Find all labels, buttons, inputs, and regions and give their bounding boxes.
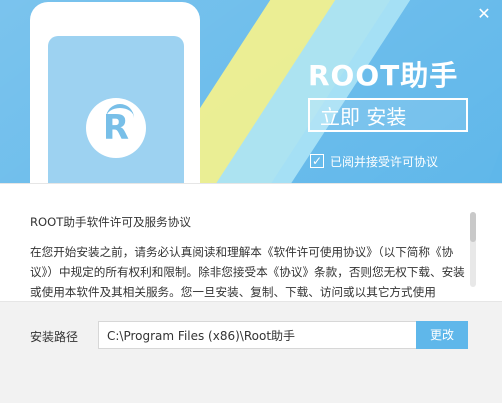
install-path-label: 安装路径 [30,330,79,344]
root-r-logo-icon: R [86,98,146,158]
install-path-input[interactable] [98,321,418,349]
agree-license-row[interactable]: ✓ 已阅并接受许可协议 [310,152,438,170]
checkmark-icon: ✓ [311,154,323,168]
license-body: 在您开始安装之前，请务必认真阅读和理解本《软件许可使用协议》（以下简称《协议》）… [30,245,465,299]
install-path-bar [0,301,502,403]
agree-checkbox[interactable]: ✓ [310,154,324,168]
license-text: ROOT助手软件许可及服务协议 在您开始安装之前，请务必认真阅读和理解本《软件许… [30,212,465,300]
license-scrollbar-thumb[interactable] [470,212,476,242]
app-title: ROOT助手 [308,59,459,92]
license-title: ROOT助手软件许可及服务协议 [30,215,191,229]
license-panel: ROOT助手软件许可及服务协议 在您开始安装之前，请务必认真阅读和理解本《软件许… [0,183,502,302]
installer-window: R ROOT助手 立即 安装 ✓ 已阅并接受许可协议 ✕ ROOT助手软件许可及… [0,0,502,403]
logo-letter: R [102,108,130,148]
close-icon[interactable]: ✕ [472,4,496,24]
change-path-button[interactable]: 更改 [416,321,468,349]
agree-license-label[interactable]: 已阅并接受许可协议 [330,153,438,170]
hero-banner: R ROOT助手 立即 安装 ✓ 已阅并接受许可协议 ✕ [0,0,502,183]
install-button[interactable]: 立即 安装 [308,98,468,132]
